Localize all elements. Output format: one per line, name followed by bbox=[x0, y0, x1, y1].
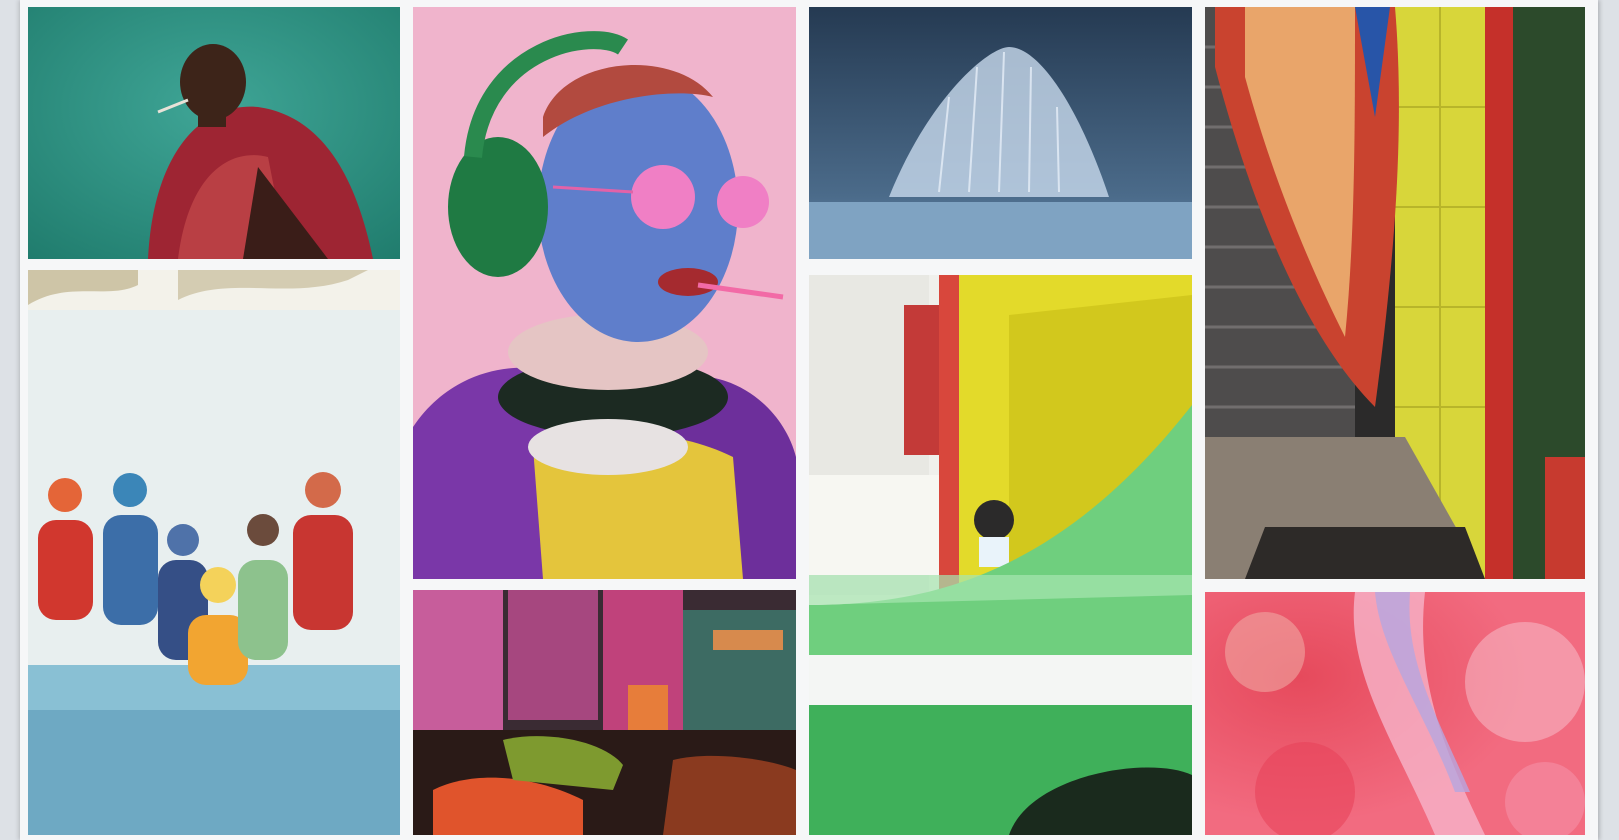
photo-pink-abstract bbox=[1205, 592, 1585, 835]
photo-tile-night-market[interactable] bbox=[413, 590, 796, 835]
photo-seascape bbox=[809, 7, 1192, 259]
photo-tile-flag-doorway[interactable] bbox=[1205, 7, 1585, 579]
photo-night-market bbox=[413, 590, 796, 835]
photo-blue-face-portrait bbox=[413, 7, 796, 579]
photo-tile-swimmers[interactable] bbox=[28, 270, 400, 835]
photo-tile-building-car[interactable] bbox=[809, 275, 1192, 835]
photo-tile-seascape[interactable] bbox=[809, 7, 1192, 259]
photo-tile-portrait[interactable] bbox=[413, 7, 796, 579]
photo-swimmers bbox=[28, 270, 400, 835]
photo-building-car bbox=[809, 275, 1192, 835]
photo-tile-man-smoking[interactable] bbox=[28, 7, 400, 259]
photo-flag-doorway bbox=[1205, 7, 1585, 579]
photo-man-smoking bbox=[28, 7, 400, 259]
photo-tile-pink-abstract[interactable] bbox=[1205, 592, 1585, 835]
